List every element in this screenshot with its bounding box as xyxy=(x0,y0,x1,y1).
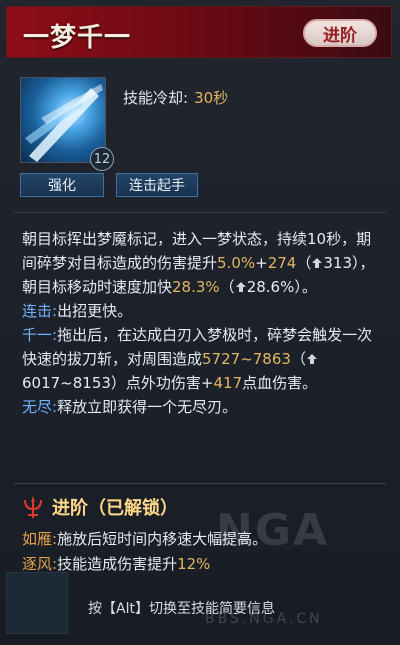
damage-flat-value: 274 xyxy=(267,254,297,272)
upgrade-badge[interactable]: 进阶 xyxy=(303,19,377,47)
combo-start-button[interactable]: 连击起手 xyxy=(116,173,198,197)
upgrade-arrow-icon xyxy=(235,282,246,292)
skill-level-badge: 12 xyxy=(90,147,114,171)
advance-item-value: 12% xyxy=(177,555,211,573)
skill-tooltip: 一梦千一 进阶 12 技能冷却: 30秒 强化 连击起手 朝目标挥出梦魇标记，进入… xyxy=(0,0,400,645)
description-main: 朝目标挥出梦魇标记，进入一梦状态，持续10秒，期间碎梦对目标造成的伤害提升5.0… xyxy=(22,227,378,299)
skill-description: 朝目标挥出梦魇标记，进入一梦状态，持续10秒，期间碎梦对目标造成的伤害提升5.0… xyxy=(22,227,378,419)
desc-text: ）。 xyxy=(294,278,317,296)
description-combo: 连击:出招更快。 xyxy=(22,299,378,323)
desc-text: 拖出后，在达成白刃入梦极时，碎梦会触发一次快速的拔刀斩，对周围造成 xyxy=(22,326,373,368)
advance-item-label: 逐风: xyxy=(22,555,58,573)
cooldown-value: 30秒 xyxy=(194,89,229,107)
desc-text: （ xyxy=(296,254,312,272)
damage-bonus-value: 5.0% xyxy=(217,254,256,272)
desc-text: 点血伤害。 xyxy=(242,374,318,392)
watermark-url: BBS.NGA.CN xyxy=(205,611,323,627)
desc-text: （ xyxy=(290,350,306,368)
cooldown-label: 技能冷却: xyxy=(123,89,189,107)
description-qianyi: 千一:拖出后，在达成白刃入梦极时，碎梦会触发一次快速的拔刀斩，对周围造成5727… xyxy=(22,323,378,395)
speed-bonus-value: 28.3% xyxy=(172,278,220,296)
advance-item-label: 如雁: xyxy=(22,530,58,548)
qianyi-label: 千一: xyxy=(22,326,58,344)
advance-item-text: 技能造成伤害提升 xyxy=(57,555,178,573)
skill-title: 一梦千一 xyxy=(23,23,132,53)
enhance-button[interactable]: 强化 xyxy=(20,173,104,197)
divider xyxy=(14,483,386,484)
upgraded-value: 28.6% xyxy=(246,278,295,296)
divider xyxy=(14,212,386,213)
desc-text: （ xyxy=(219,278,235,296)
upgraded-value: 313 xyxy=(323,254,352,272)
tooltip-header: 一梦千一 进阶 xyxy=(6,6,392,58)
cooldown-row: 技能冷却: 30秒 xyxy=(123,87,228,108)
background-skill-slot xyxy=(6,572,68,634)
upgraded-value: 6017~8153 xyxy=(22,374,111,392)
endless-text: 释放立即获得一个无尽刃。 xyxy=(57,398,238,416)
blood-damage-value: 417 xyxy=(213,374,243,392)
combo-label: 连击: xyxy=(22,302,58,320)
combo-text: 出招更快。 xyxy=(57,302,133,320)
desc-text: ）点外功伤害+ xyxy=(110,374,214,392)
upgrade-arrow-icon xyxy=(312,258,323,268)
advance-section-title: 进阶（已解锁） xyxy=(20,494,178,520)
upgrade-arrow-icon xyxy=(306,354,317,364)
endless-label: 无尽: xyxy=(22,398,58,416)
desc-text: + xyxy=(255,254,268,272)
watermark-logo: NGA xyxy=(216,505,329,556)
external-damage-value: 5727~7863 xyxy=(202,350,291,368)
description-endless: 无尽:释放立即获得一个无尽刃。 xyxy=(22,395,378,419)
advance-title: 进阶（已解锁） xyxy=(52,498,178,519)
trident-emblem-icon xyxy=(24,496,42,518)
